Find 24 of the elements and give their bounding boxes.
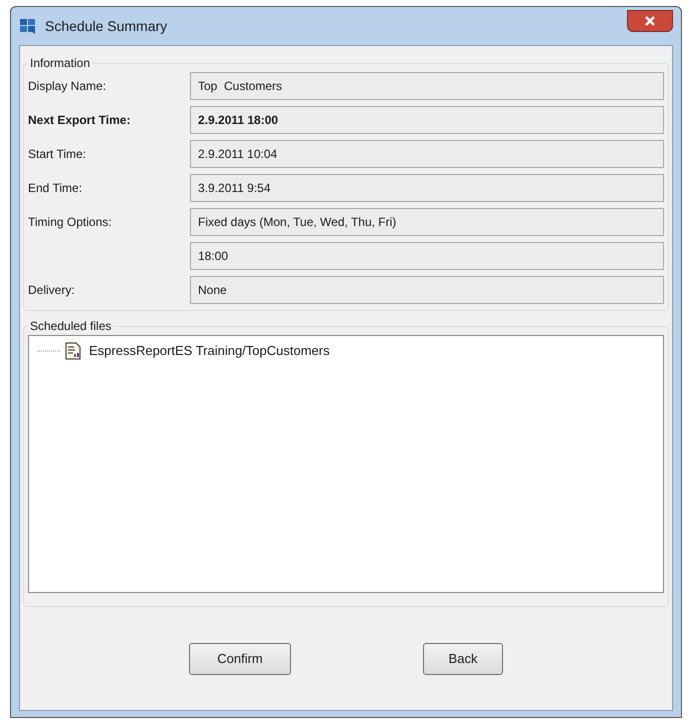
window-title: Schedule Summary xyxy=(45,16,168,36)
tree-item[interactable]: EspressReportES Training/TopCustomers xyxy=(89,341,330,361)
field-label: Start Time: xyxy=(28,147,86,161)
value-field: None xyxy=(190,276,664,304)
field-label: End Time: xyxy=(28,181,82,195)
group-legend: Scheduled files xyxy=(28,317,114,335)
tree-connector-icon xyxy=(37,350,61,352)
close-button[interactable] xyxy=(627,10,673,32)
group-legend: Information xyxy=(28,54,92,72)
close-icon xyxy=(644,16,656,26)
app-icon xyxy=(19,17,37,35)
report-file-icon xyxy=(65,342,81,360)
value-field: Fixed days (Mon, Tue, Wed, Thu, Fri) xyxy=(190,208,664,236)
value-field: 3.9.2011 9:54 xyxy=(190,174,664,202)
value-field: Top Customers xyxy=(190,72,664,100)
field-label: Display Name: xyxy=(28,79,106,93)
dialog-button[interactable]: Back xyxy=(423,642,503,674)
value-field: 2.9.2011 18:00 xyxy=(190,106,664,134)
value-field: 2.9.2011 10:04 xyxy=(190,140,664,168)
field-label: Delivery: xyxy=(28,283,75,297)
value-field: 18:00 xyxy=(190,242,664,270)
field-label: Next Export Time: xyxy=(28,113,130,127)
dialog-button[interactable]: Confirm xyxy=(189,642,291,674)
field-label: Timing Options: xyxy=(28,215,112,229)
